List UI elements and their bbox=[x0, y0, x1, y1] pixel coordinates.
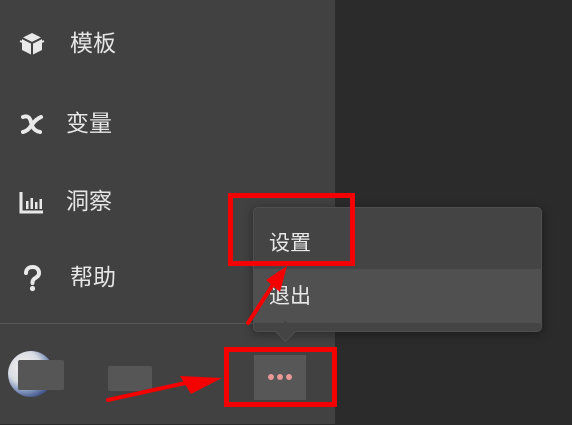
annotation-highlight-more-button bbox=[224, 347, 337, 407]
variable-x-icon bbox=[18, 110, 46, 138]
sidebar-item-templates[interactable]: 模板 bbox=[0, 14, 335, 74]
redacted-info-block bbox=[108, 366, 152, 391]
sidebar-item-label: 模板 bbox=[70, 31, 116, 57]
menu-item-label: 退出 bbox=[269, 284, 311, 308]
sidebar-item-label: 帮助 bbox=[70, 265, 116, 291]
sidebar-item-variables[interactable]: 变量 bbox=[0, 94, 335, 154]
box-icon bbox=[18, 30, 46, 58]
question-icon bbox=[18, 264, 46, 292]
menu-item-logout[interactable]: 退出 bbox=[254, 269, 541, 323]
sidebar-item-label: 变量 bbox=[66, 111, 112, 137]
sidebar-item-label: 洞察 bbox=[66, 189, 112, 215]
redacted-username-block bbox=[18, 360, 64, 390]
bar-chart-icon bbox=[18, 188, 46, 216]
annotation-highlight-settings bbox=[228, 193, 355, 266]
